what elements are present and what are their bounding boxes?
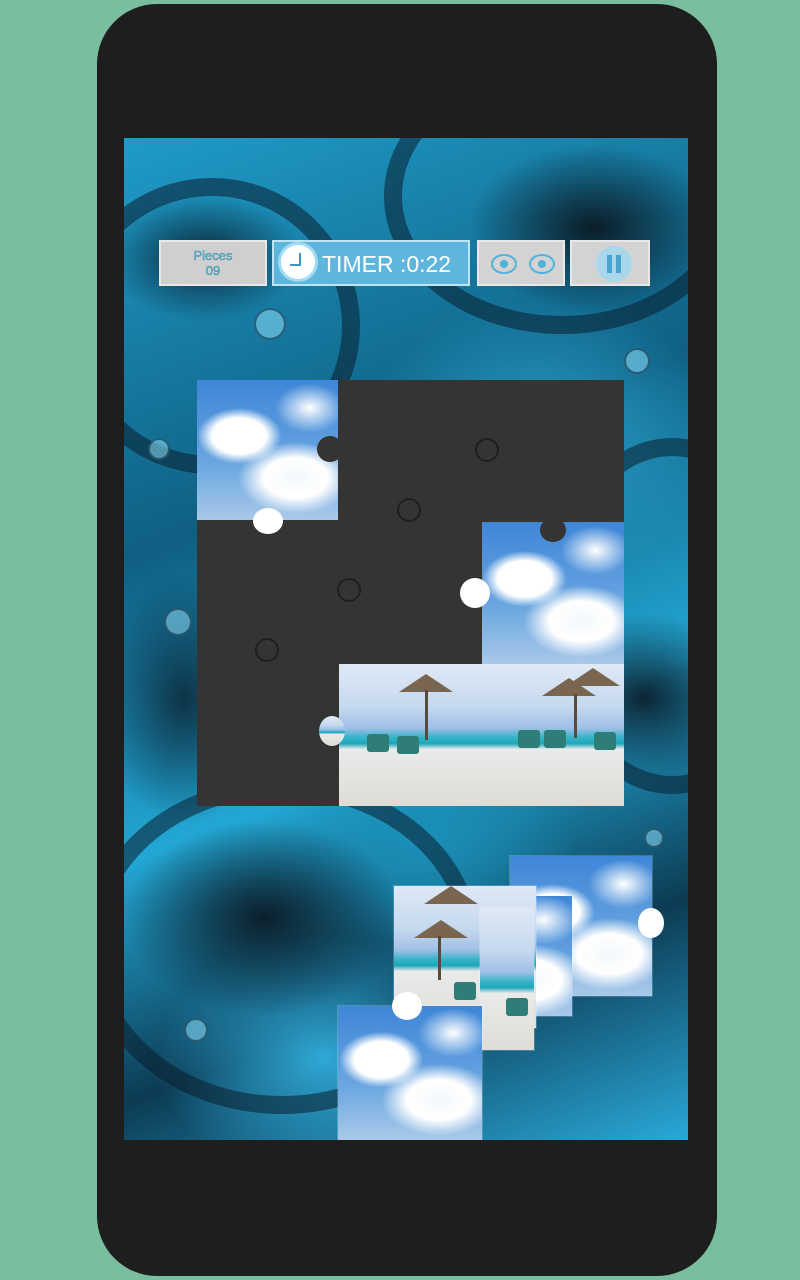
board-slot-outline: [255, 638, 279, 662]
chair-graphic: [544, 730, 566, 748]
puzzle-piece-placed[interactable]: [460, 518, 624, 664]
bubble-decoration: [164, 608, 192, 636]
bubble-decoration: [624, 348, 650, 374]
clock-icon: [278, 242, 318, 282]
umbrella-pole-graphic: [438, 936, 441, 980]
board-slot-outline: [337, 578, 361, 602]
umbrella-pole-graphic: [425, 690, 428, 740]
chair-graphic: [594, 732, 616, 750]
puzzle-piece-loose[interactable]: [480, 908, 534, 1050]
timer-text: TIMER :0:22: [322, 251, 452, 277]
swirl-decoration: [384, 138, 688, 334]
bubble-decoration: [148, 438, 170, 460]
hint-button[interactable]: [477, 240, 565, 286]
piece-tab: [253, 508, 283, 534]
chair-graphic: [367, 734, 389, 752]
umbrella-graphic: [414, 920, 468, 938]
pause-icon: [596, 246, 632, 282]
pause-button[interactable]: [570, 240, 650, 286]
piece-tab: [319, 716, 345, 746]
umbrella-graphic: [424, 886, 478, 904]
chair-graphic: [397, 736, 419, 754]
bubble-decoration: [184, 1018, 208, 1042]
umbrella-pole-graphic: [574, 694, 577, 738]
bubble-decoration: [644, 828, 664, 848]
board-slot-outline: [397, 498, 421, 522]
chair-graphic: [454, 982, 476, 1000]
pieces-count: 09: [205, 263, 221, 278]
pieces-label: Pieces: [193, 248, 233, 263]
board-slot-outline: [475, 438, 499, 462]
piece-notch: [317, 436, 343, 462]
piece-tab: [392, 992, 422, 1020]
bubble-decoration: [254, 308, 286, 340]
puzzle-piece-loose[interactable]: [338, 992, 482, 1140]
chair-graphic: [506, 998, 528, 1016]
game-screen: Pieces 09 TIMER :0:22: [124, 138, 688, 1140]
pieces-counter: Pieces 09: [159, 240, 267, 286]
piece-notch: [540, 518, 566, 542]
puzzle-piece-placed[interactable]: [482, 664, 624, 806]
chair-graphic: [518, 730, 540, 748]
eye-icon: [491, 254, 517, 274]
puzzle-piece-placed[interactable]: [197, 380, 343, 534]
piece-tab: [460, 578, 490, 608]
piece-tab: [638, 908, 664, 938]
puzzle-piece-placed[interactable]: [319, 664, 482, 806]
timer-display: TIMER :0:22: [272, 240, 470, 286]
eye-icon: [529, 254, 555, 274]
